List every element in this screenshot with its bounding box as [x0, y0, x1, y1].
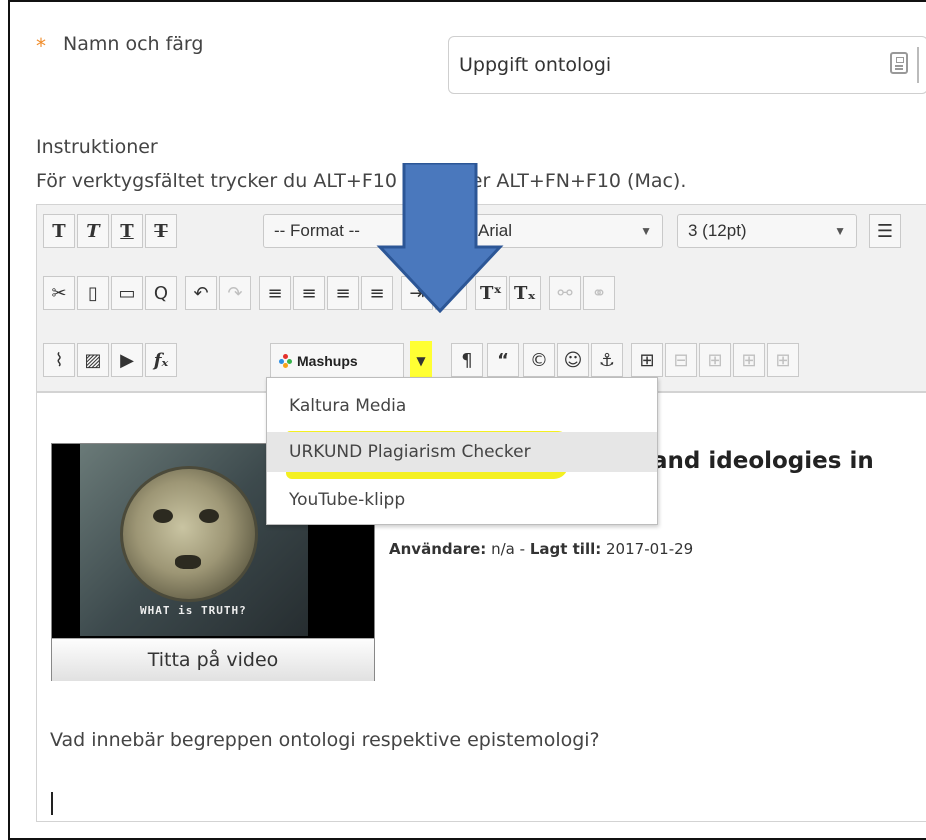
math-icon[interactable]: fₓ	[145, 343, 177, 377]
copyright-icon[interactable]: ©	[523, 343, 555, 377]
media-icon[interactable]: ▶	[111, 343, 143, 377]
mashups-label: Mashups	[297, 353, 358, 369]
align-center-icon[interactable]: ≡	[293, 276, 325, 310]
meta-separator: -	[519, 540, 526, 558]
find-icon[interactable]: Q	[145, 276, 177, 310]
menu-item-urkund[interactable]: URKUND Plagiarism Checker	[267, 432, 657, 472]
copy-icon[interactable]: ▯	[77, 276, 109, 310]
subscript-icon[interactable]: Tₓ	[509, 276, 541, 310]
video-title: and ideologies in	[652, 448, 874, 474]
watch-video-button[interactable]: Titta på video	[52, 638, 374, 681]
format-select-value: -- Format --	[274, 221, 360, 240]
table-icon[interactable]: ⊞	[631, 343, 663, 377]
instructions-heading: Instruktioner	[36, 136, 158, 158]
menu-item-youtube[interactable]: YouTube-klipp	[267, 480, 657, 520]
blockquote-icon[interactable]: “	[487, 343, 519, 377]
menu-item-label: Kaltura Media	[289, 396, 407, 416]
added-value: 2017-01-29	[606, 540, 694, 558]
mouth-of-truth-image	[120, 466, 258, 602]
table-merge-icon[interactable]: ⊞	[767, 343, 799, 377]
field-options-icon[interactable]	[890, 52, 908, 74]
user-label: Användare:	[389, 540, 487, 558]
toolbar-hint: För verktygsfältet trycker du ALT+F10 (P…	[36, 170, 687, 192]
menu-item-kaltura[interactable]: Kaltura Media	[267, 386, 657, 426]
undo-icon[interactable]: ↶	[185, 276, 217, 310]
chevron-down-icon: ▼	[834, 224, 846, 238]
chevron-down-icon: ▼	[640, 224, 652, 238]
mashups-icon	[279, 354, 293, 368]
video-meta: Användare: n/a - Lagt till: 2017-01-29	[389, 540, 693, 558]
bullet-list-icon[interactable]: ☰	[869, 214, 901, 248]
paragraph-icon[interactable]: ¶	[451, 343, 483, 377]
table-column-icon[interactable]: ⊞	[699, 343, 731, 377]
text-cursor	[51, 792, 53, 815]
mashups-button[interactable]: Mashups	[270, 343, 404, 379]
added-label: Lagt till:	[529, 540, 602, 558]
chevron-down-icon: ▼	[416, 354, 426, 368]
video-caption: WHAT is TRUTH?	[140, 604, 247, 617]
annotation-arrow-down-icon	[376, 163, 504, 313]
bold-icon[interactable]: T	[43, 214, 75, 248]
cut-icon[interactable]: ✂	[43, 276, 75, 310]
align-left-icon[interactable]: ≡	[259, 276, 291, 310]
paste-icon[interactable]: ▭	[111, 276, 143, 310]
strikethrough-icon[interactable]: T	[145, 214, 177, 248]
underline-icon[interactable]: T	[111, 214, 143, 248]
user-value: n/a	[491, 540, 515, 558]
name-color-label: Namn och färg	[63, 33, 204, 55]
image-icon[interactable]: ▨	[77, 343, 109, 377]
italic-icon[interactable]: T	[77, 214, 109, 248]
mashups-menu: Kaltura Media URKUND Plagiarism Checker …	[266, 377, 658, 525]
size-select[interactable]: 3 (12pt) ▼	[677, 214, 857, 248]
color-picker-edge[interactable]	[917, 47, 926, 83]
name-input-value: Uppgift ontologi	[459, 54, 612, 76]
question-text: Vad innebär begreppen ontologi respektiv…	[50, 729, 600, 751]
unlink-icon[interactable]: ⚭	[583, 276, 615, 310]
size-select-value: 3 (12pt)	[688, 221, 747, 240]
anchor-icon[interactable]: ⚓	[591, 343, 623, 377]
emoticon-icon[interactable]: ☺	[557, 343, 589, 377]
align-right-icon[interactable]: ≡	[327, 276, 359, 310]
link-icon[interactable]: ⚯	[549, 276, 581, 310]
redo-icon[interactable]: ↷	[219, 276, 251, 310]
menu-item-label: YouTube-klipp	[289, 490, 406, 510]
required-marker: *	[36, 34, 46, 58]
menu-item-label: URKUND Plagiarism Checker	[289, 442, 531, 462]
table-cell-icon[interactable]: ⊞	[733, 343, 765, 377]
table-row-icon[interactable]: ⊟	[665, 343, 697, 377]
name-input[interactable]: Uppgift ontologi	[448, 36, 926, 94]
mashups-dropdown-toggle[interactable]: ▼	[410, 341, 432, 381]
attach-icon[interactable]: ⌇	[43, 343, 75, 377]
